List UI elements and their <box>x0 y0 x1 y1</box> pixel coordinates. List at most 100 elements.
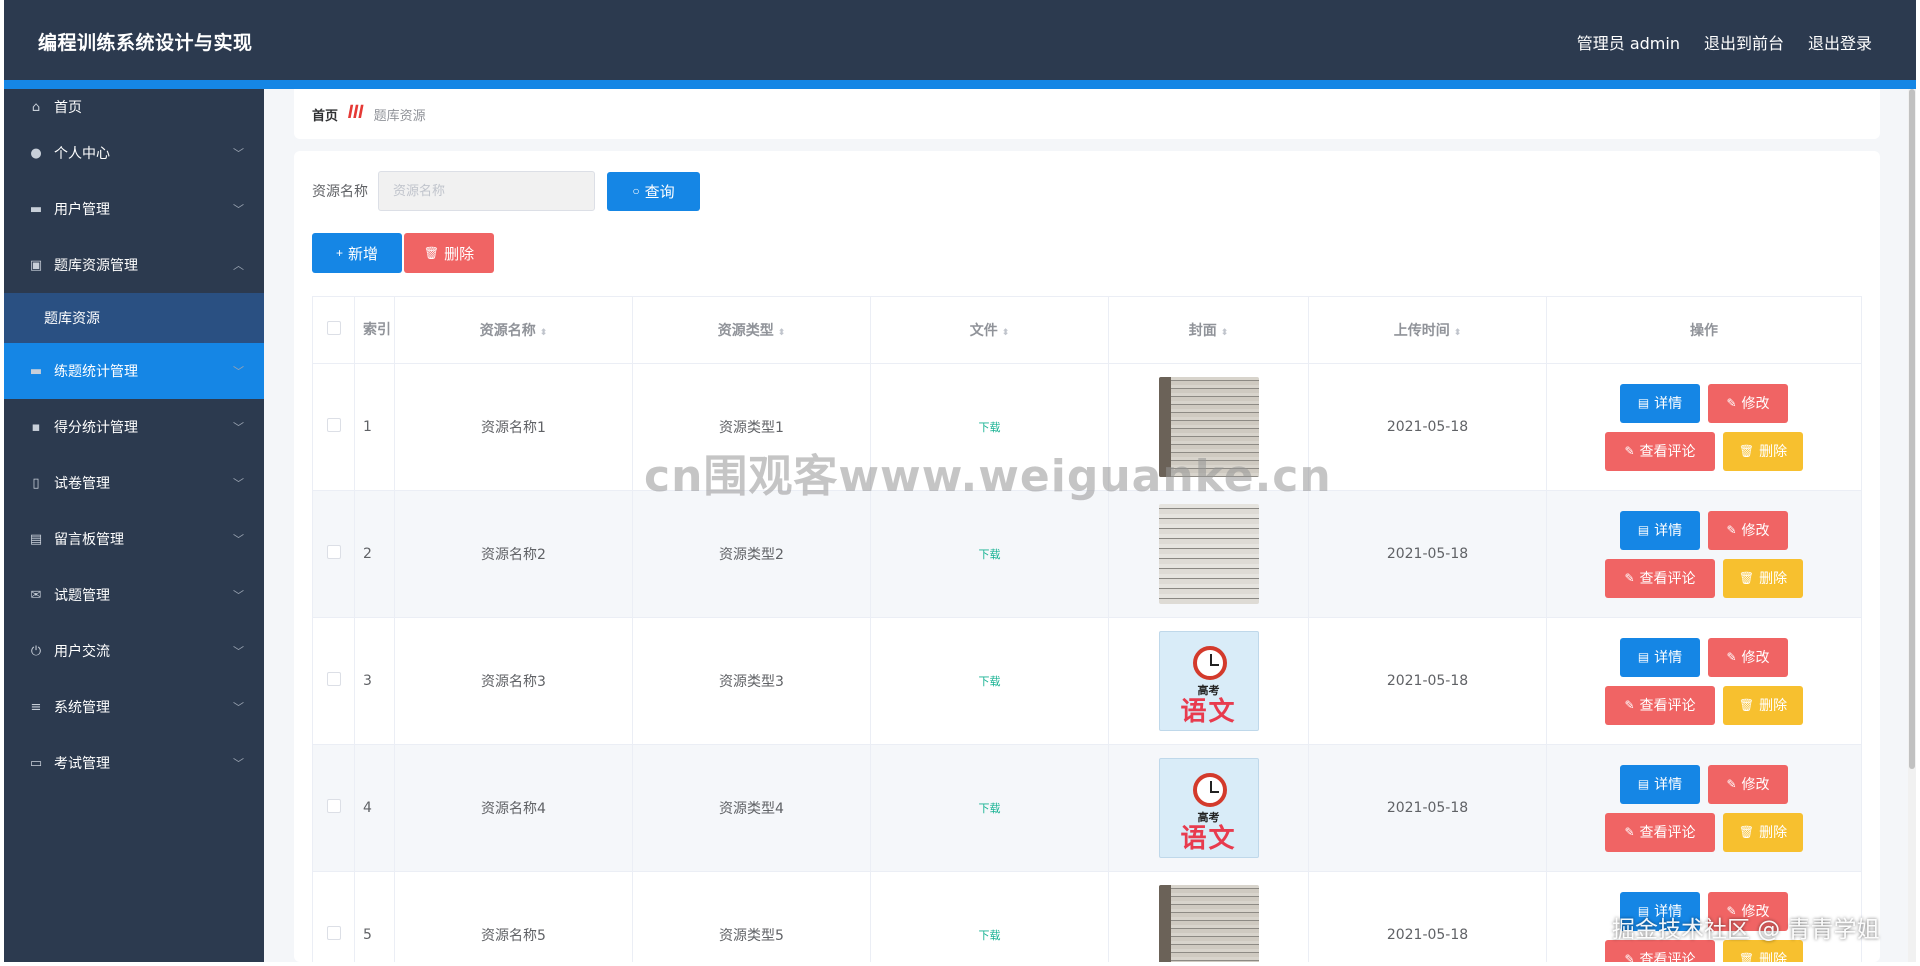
row-checkbox[interactable] <box>326 418 341 432</box>
column-header-label: 上传时间 <box>1393 323 1450 339</box>
row-delete-button[interactable]: 🗑 删除 <box>1723 685 1803 725</box>
detail-button[interactable]: ▤ 详情 <box>1620 891 1700 931</box>
logout-link[interactable]: 退出登录 <box>1808 30 1872 54</box>
cover-image-chinese-exam[interactable]: 高考 语文 <box>1158 758 1259 858</box>
download-link[interactable]: 下载 <box>979 548 1001 561</box>
sidebar-item-practice-stats[interactable]: ▬ 练题统计管理 ﹀ <box>4 343 264 399</box>
view-comments-button[interactable]: ✎ 查看评论 <box>1605 812 1715 852</box>
sidebar-item-message-board[interactable]: ▤ 留言板管理 ﹀ <box>4 511 264 567</box>
column-header-label: 资源名称 <box>479 323 536 339</box>
detail-button[interactable]: ▤ 详情 <box>1620 764 1700 804</box>
cover-image-chinese-exam[interactable]: 高考 语文 <box>1158 631 1259 731</box>
row-delete-label: 删除 <box>1759 952 1788 962</box>
view-comments-button[interactable]: ✎ 查看评论 <box>1605 685 1715 725</box>
add-button[interactable]: + 新增 <box>312 233 402 273</box>
detail-button[interactable]: ▤ 详情 <box>1620 637 1700 677</box>
column-header-name[interactable]: 资源名称 ⬍ <box>394 296 633 364</box>
pencil-icon: ✎ <box>1624 825 1635 839</box>
page-scrollbar[interactable] <box>1908 89 1916 962</box>
cell-file: 下载 <box>870 490 1109 618</box>
column-header-file[interactable]: 文件 ⬍ <box>870 296 1109 364</box>
sidebar-item-label: 用户交流 <box>54 644 110 660</box>
sidebar-subitem-question-bank[interactable]: 题库资源 <box>4 293 264 343</box>
sort-icon: ⬍ <box>539 328 548 338</box>
column-header-upload-time[interactable]: 上传时间 ⬍ <box>1308 296 1547 364</box>
query-button[interactable]: ○ 查询 <box>607 171 700 211</box>
document-icon: ▤ <box>1637 904 1650 918</box>
row-delete-button[interactable]: 🗑 删除 <box>1723 558 1803 598</box>
sidebar-item-home[interactable]: ⌂ 首页 <box>4 89 264 125</box>
phone-icon: ▯ <box>32 475 40 491</box>
sidebar-item-exam-management[interactable]: ▭ 考试管理 ﹀ <box>4 735 264 791</box>
detail-button[interactable]: ▤ 详情 <box>1620 510 1700 550</box>
sidebar-item-personal-center[interactable]: ● 个人中心 ﹀ <box>4 125 264 181</box>
view-comments-button[interactable]: ✎ 查看评论 <box>1605 431 1715 471</box>
cell-cover <box>1108 363 1309 491</box>
edit-button[interactable]: ✎ 修改 <box>1708 891 1788 931</box>
column-header-type[interactable]: 资源类型 ⬍ <box>632 296 871 364</box>
cover-image-paper[interactable] <box>1158 885 1259 962</box>
sidebar-item-score-stats[interactable]: ▪ 得分统计管理 ﹀ <box>4 399 264 455</box>
table-row: 1 资源名称1 资源类型1 下载 2021-05-18 ▤ 详情 ✎ 修改 ✎ … <box>312 363 1862 491</box>
row-delete-button[interactable]: 🗑 删除 <box>1723 939 1803 962</box>
edit-button[interactable]: ✎ 修改 <box>1708 764 1788 804</box>
sidebar-item-system-management[interactable]: ≡ 系统管理 ﹀ <box>4 679 264 735</box>
batch-delete-button[interactable]: 🗑 删除 <box>404 233 494 273</box>
cell-name: 资源名称5 <box>394 871 633 962</box>
row-checkbox[interactable] <box>326 926 341 940</box>
sidebar-item-user-management[interactable]: ▬ 用户管理 ﹀ <box>4 181 264 237</box>
document-icon: ▤ <box>1637 777 1650 791</box>
download-link[interactable]: 下载 <box>979 802 1001 815</box>
pencil-icon: ✎ <box>1624 571 1635 585</box>
row-checkbox[interactable] <box>326 799 341 813</box>
row-checkbox[interactable] <box>326 545 341 559</box>
sidebar-item-user-exchange[interactable]: ⏻ 用户交流 ﹀ <box>4 623 264 679</box>
sort-icon: ⬍ <box>777 328 786 338</box>
scrollbar-thumb[interactable] <box>1909 89 1915 769</box>
to-front-link[interactable]: 退出到前台 <box>1704 30 1784 54</box>
edit-button-label: 修改 <box>1741 396 1770 412</box>
user-icon: ● <box>30 145 42 161</box>
detail-button[interactable]: ▤ 详情 <box>1620 383 1700 423</box>
cover-image-paper[interactable] <box>1158 377 1259 477</box>
cell-operations: ▤ 详情 ✎ 修改 ✎ 查看评论 🗑 删除 <box>1546 744 1862 872</box>
cell-cover: 高考 语文 <box>1108 744 1309 872</box>
view-comments-button[interactable]: ✎ 查看评论 <box>1605 558 1715 598</box>
sidebar-item-question-bank-management[interactable]: ▣ 题库资源管理 ︿ <box>4 237 264 293</box>
search-input[interactable] <box>378 171 595 211</box>
sidebar-item-label: 题库资源管理 <box>54 258 138 274</box>
edit-button[interactable]: ✎ 修改 <box>1708 383 1788 423</box>
row-delete-button[interactable]: 🗑 删除 <box>1723 812 1803 852</box>
row-checkbox[interactable] <box>326 672 341 686</box>
sidebar-item-label: 题库资源 <box>44 311 100 327</box>
detail-button-label: 详情 <box>1654 650 1683 666</box>
breadcrumb-home[interactable]: 首页 <box>312 105 338 124</box>
trash-icon: 🗑 <box>1738 571 1755 585</box>
cell-file: 下载 <box>870 744 1109 872</box>
edit-button[interactable]: ✎ 修改 <box>1708 637 1788 677</box>
sidebar-item-question-management[interactable]: ✉ 试题管理 ﹀ <box>4 567 264 623</box>
sliders-icon: ≡ <box>30 699 42 715</box>
document-icon: ▤ <box>1637 523 1650 537</box>
sidebar-item-exam-paper[interactable]: ▯ 试卷管理 ﹀ <box>4 455 264 511</box>
column-header-cover[interactable]: 封面 ⬍ <box>1108 296 1309 364</box>
download-link[interactable]: 下载 <box>979 421 1001 434</box>
download-link[interactable]: 下载 <box>979 929 1001 942</box>
admin-label[interactable]: 管理员 admin <box>1577 30 1680 54</box>
row-delete-button[interactable]: 🗑 删除 <box>1723 431 1803 471</box>
view-comments-button[interactable]: ✎ 查看评论 <box>1605 939 1715 962</box>
select-all-checkbox[interactable] <box>326 321 341 335</box>
cell-name: 资源名称1 <box>394 363 633 491</box>
alarm-clock-icon <box>1192 773 1227 807</box>
view-comments-label: 查看评论 <box>1639 952 1696 962</box>
chat-icon: ▪ <box>31 419 41 435</box>
chevron-down-icon: ﹀ <box>233 365 244 378</box>
view-comments-label: 查看评论 <box>1639 571 1696 587</box>
cover-title: 语文 <box>1180 824 1237 854</box>
chevron-down-icon: ﹀ <box>233 701 244 714</box>
edit-button[interactable]: ✎ 修改 <box>1708 510 1788 550</box>
cell-operations: ▤ 详情 ✎ 修改 ✎ 查看评论 🗑 删除 <box>1546 490 1862 618</box>
download-link[interactable]: 下载 <box>979 675 1001 688</box>
edit-button-label: 修改 <box>1741 777 1770 793</box>
cover-image-paper[interactable] <box>1158 504 1259 604</box>
